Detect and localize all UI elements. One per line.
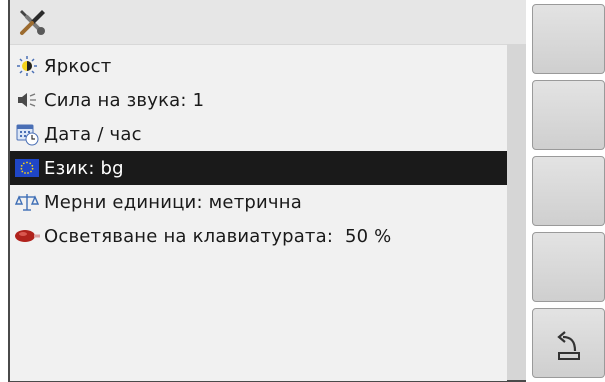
softkey-4[interactable]: [532, 232, 605, 302]
brightness-icon: [12, 49, 42, 83]
list-item-units[interactable]: Мерни единици: метрична: [10, 185, 507, 219]
back-button[interactable]: [532, 308, 605, 378]
settings-panel: Яркост Сила на звука: 1 Дата / час Език:…: [8, 0, 526, 382]
return-icon: [557, 331, 580, 360]
keyboard-light-icon: [12, 219, 42, 253]
list-item-label: Дата / час: [44, 123, 142, 145]
list-item-label: Яркост: [44, 55, 112, 77]
list-item-language[interactable]: Език: bg: [10, 151, 507, 185]
list-item-date-time[interactable]: Дата / час: [10, 117, 507, 151]
calendar-clock-icon: [12, 117, 42, 151]
tools-icon: [20, 10, 45, 35]
screen: Яркост Сила на звука: 1 Дата / час Език:…: [8, 0, 605, 382]
list-item-label: Осветяване на клавиатурата: 50 %: [44, 225, 392, 247]
list-item-brightness[interactable]: Яркост: [10, 49, 507, 83]
softkey-3[interactable]: [532, 156, 605, 226]
softkey-1[interactable]: [532, 4, 605, 74]
list-item-label: Език: bg: [44, 157, 124, 179]
title-bar: [10, 0, 526, 44]
list-item-label: Сила на звука: 1: [44, 89, 205, 111]
balance-scale-icon: [12, 185, 42, 219]
eu-flag-icon: [12, 151, 42, 185]
speaker-volume-icon: [12, 83, 42, 117]
list-item-volume[interactable]: Сила на звука: 1: [10, 83, 507, 117]
softkey-column: [526, 0, 605, 382]
list-item-label: Мерни единици: метрична: [44, 191, 302, 213]
scrollbar[interactable]: [507, 44, 526, 380]
softkey-2[interactable]: [532, 80, 605, 150]
list-item-keyboard-backlight[interactable]: Осветяване на клавиатурата: 50 %: [10, 219, 507, 253]
settings-list: Яркост Сила на звука: 1 Дата / час Език:…: [10, 44, 507, 381]
